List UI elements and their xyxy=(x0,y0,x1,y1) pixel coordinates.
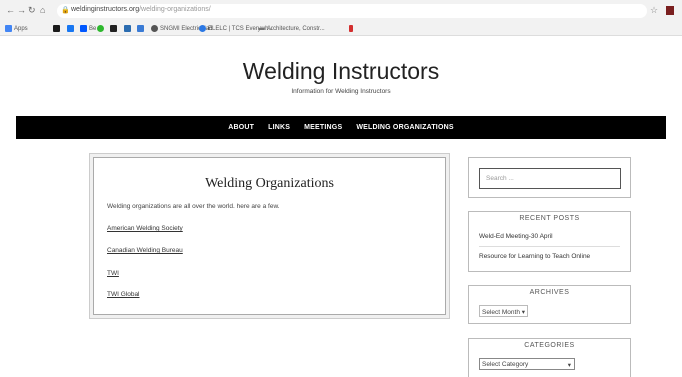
bookmark-icon xyxy=(258,27,265,30)
chevron-down-icon: ▾ xyxy=(567,362,571,369)
bookmark-icon xyxy=(151,25,158,32)
divider xyxy=(479,246,620,247)
bookmark-architecture[interactable]: Architecture, Constr... xyxy=(258,24,325,33)
bookmark-item[interactable] xyxy=(67,24,74,33)
address-bar[interactable]: 🔒 weldinginstructors.org/welding-organiz… xyxy=(57,4,647,18)
back-icon[interactable]: ← xyxy=(6,4,15,16)
reload-icon[interactable]: ↻ xyxy=(28,4,36,16)
link-canadian-welding-bureau[interactable]: Canadian Welding Bureau xyxy=(107,247,183,254)
categories-widget: CATEGORIES Select Category ▾ xyxy=(468,338,631,377)
article-card: Welding Organizations Welding organizati… xyxy=(93,157,446,315)
nav-about[interactable]: ABOUT xyxy=(228,124,254,131)
article-title: Welding Organizations xyxy=(205,176,334,191)
bookmark-item[interactable] xyxy=(110,24,117,33)
behance-icon xyxy=(80,25,87,32)
apps-icon xyxy=(5,25,12,32)
archives-title: ARCHIVES xyxy=(520,289,579,296)
recent-posts-heading: RECENT POSTS xyxy=(469,207,630,225)
chevron-down-icon: ▾ xyxy=(521,309,526,316)
recent-post-item[interactable]: Resource for Learning to Teach Online xyxy=(479,253,590,260)
site-title[interactable]: Welding Instructors xyxy=(0,58,682,85)
extension-icon[interactable] xyxy=(666,6,674,15)
archives-heading: ARCHIVES xyxy=(469,281,630,299)
nav-links[interactable]: LINKS xyxy=(268,124,290,131)
bookmark-star-icon[interactable]: ☆ xyxy=(650,5,658,16)
recent-post-item[interactable]: Weld-Ed Meeting-30 April xyxy=(479,233,553,240)
link-american-welding-society[interactable]: American Welding Society xyxy=(107,225,183,232)
search-widget: Search ... xyxy=(468,157,631,198)
bookmark-icon xyxy=(97,25,104,32)
link-twi[interactable]: TWI xyxy=(107,270,119,277)
bookmark-icon xyxy=(110,25,117,32)
bookmark-item[interactable]: Be xyxy=(80,24,96,33)
forward-icon[interactable]: → xyxy=(17,4,26,16)
home-icon[interactable]: ⌂ xyxy=(40,4,45,16)
nav-welding-organizations[interactable]: WELDING ORGANIZATIONS xyxy=(356,124,453,131)
bookmark-item[interactable] xyxy=(97,24,104,33)
categories-select-value: Select Category xyxy=(482,361,529,368)
address-url: weldinginstructors.org/welding-organizat… xyxy=(71,6,211,13)
categories-select[interactable]: Select Category ▾ xyxy=(479,358,575,370)
bookmark-icon xyxy=(124,25,131,32)
bookmark-apps[interactable]: Apps xyxy=(5,24,28,33)
lock-icon: 🔒 xyxy=(61,7,70,14)
link-twi-global[interactable]: TWI Global xyxy=(107,291,140,298)
bookmark-label: Architecture, Constr... xyxy=(267,25,325,32)
url-domain: weldinginstructors.org xyxy=(71,6,140,13)
bookmark-item[interactable] xyxy=(137,24,144,33)
site-description: Information for Welding Instructors xyxy=(291,88,391,95)
bookmark-label: Be xyxy=(89,25,97,32)
main-navigation: ABOUT LINKS MEETINGS WELDING ORGANIZATIO… xyxy=(16,116,666,139)
url-path: /welding-organizations/ xyxy=(139,6,211,13)
bookmark-item[interactable] xyxy=(53,24,60,33)
bookmark-label: Apps xyxy=(14,25,28,32)
archives-select-value: Select Month xyxy=(482,309,520,316)
recent-posts-title: RECENT POSTS xyxy=(510,215,589,222)
facebook-icon xyxy=(67,25,74,32)
bookmark-item[interactable] xyxy=(124,24,131,33)
bookmark-item[interactable] xyxy=(349,24,353,33)
browser-toolbar: ← → ↻ ⌂ 🔒 weldinginstructors.org/welding… xyxy=(0,0,682,22)
bookmarks-bar: Apps Be SNGMI Electricidad ELELC | TCS E… xyxy=(0,22,682,36)
archives-widget: ARCHIVES Select Month ▾ xyxy=(468,285,631,324)
nav-meetings[interactable]: MEETINGS xyxy=(304,124,342,131)
categories-title: CATEGORIES xyxy=(515,342,584,349)
bookmark-icon xyxy=(349,25,353,32)
bookmark-icon xyxy=(53,25,60,32)
article-intro: Welding organizations are all over the w… xyxy=(107,203,280,210)
bookmark-icon xyxy=(137,25,144,32)
bookmark-icon xyxy=(199,25,206,32)
recent-posts-widget: RECENT POSTS Weld-Ed Meeting-30 April Re… xyxy=(468,211,631,272)
categories-heading: CATEGORIES xyxy=(469,334,630,352)
search-input[interactable]: Search ... xyxy=(479,168,621,189)
archives-select[interactable]: Select Month ▾ xyxy=(479,305,529,317)
